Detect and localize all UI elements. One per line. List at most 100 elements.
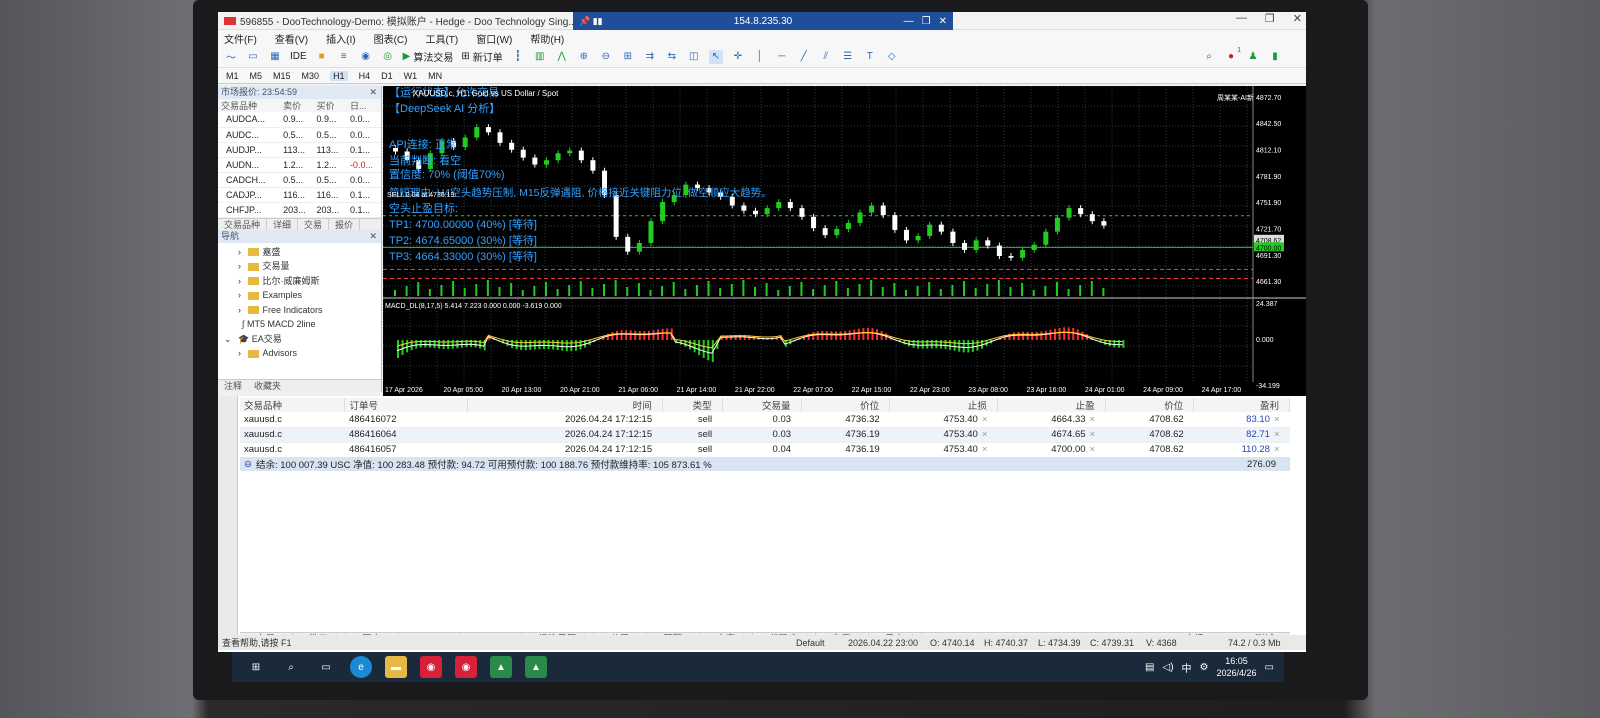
bar-chart-icon[interactable]: ┇ bbox=[511, 50, 525, 64]
candle[interactable] bbox=[474, 127, 480, 138]
zoom-out-icon[interactable]: ⊖ bbox=[599, 50, 613, 64]
candle[interactable] bbox=[903, 229, 909, 241]
expand-arrow-icon[interactable]: › bbox=[238, 305, 244, 315]
crosshair-icon[interactable]: ✛ bbox=[731, 50, 745, 64]
navigator-item[interactable]: ∫ MT5 MACD 2line bbox=[218, 317, 381, 332]
candle[interactable] bbox=[787, 202, 793, 209]
positions-column[interactable]: 价位 bbox=[801, 398, 891, 412]
candle[interactable] bbox=[822, 228, 828, 236]
vertical-line-icon[interactable]: │ bbox=[753, 50, 767, 64]
templates-icon[interactable]: ▭ bbox=[246, 50, 260, 64]
candle[interactable] bbox=[1020, 249, 1026, 258]
candle[interactable] bbox=[1101, 221, 1107, 226]
navigator-tab[interactable]: 收藏夹 bbox=[248, 380, 287, 392]
close-icon[interactable]: × bbox=[1274, 444, 1280, 455]
tile-windows-icon[interactable]: ⊞ bbox=[621, 50, 635, 64]
search-icon[interactable]: ⌕ bbox=[1202, 50, 1216, 64]
market-watch-tab[interactable]: 详细 bbox=[267, 218, 299, 230]
close-icon[interactable]: × bbox=[1090, 429, 1096, 440]
market-watch-row[interactable]: CADCH... 0.5... 0.5... 0.0... bbox=[218, 172, 381, 188]
timeframe-h4[interactable]: H4 bbox=[359, 71, 371, 81]
horizontal-line-icon[interactable]: ─ bbox=[775, 50, 789, 64]
navigator-item[interactable]: › Free Indicators bbox=[218, 303, 381, 318]
candle[interactable] bbox=[857, 212, 863, 223]
expand-arrow-icon[interactable]: › bbox=[238, 348, 244, 358]
edge-browser-icon[interactable]: e bbox=[350, 656, 372, 678]
timeframe-m1[interactable]: M1 bbox=[226, 71, 239, 81]
navigator-item[interactable]: › Advisors bbox=[218, 346, 381, 361]
candle[interactable] bbox=[509, 142, 515, 150]
shapes-icon[interactable]: ◇ bbox=[885, 50, 899, 64]
candle[interactable] bbox=[880, 205, 886, 216]
navigator-item[interactable]: › 交易量 bbox=[218, 259, 381, 274]
cursor-icon[interactable]: ↖ bbox=[708, 49, 723, 64]
expand-arrow-icon[interactable]: › bbox=[238, 290, 244, 300]
candle[interactable] bbox=[625, 236, 631, 252]
positions-column[interactable]: 止盈 bbox=[997, 398, 1106, 412]
navigator-item[interactable]: ⌄ 🎓 EA交易 bbox=[218, 332, 381, 347]
candle[interactable] bbox=[892, 215, 898, 230]
channel-icon[interactable]: ⫽ bbox=[819, 50, 833, 64]
positions-column[interactable]: 盈利 bbox=[1193, 398, 1290, 412]
positions-column[interactable]: 交易量 bbox=[722, 398, 802, 412]
candle[interactable] bbox=[497, 132, 503, 143]
market-watch-row[interactable]: AUDCA... 0.9... 0.9... 0.0... bbox=[218, 112, 381, 128]
candle[interactable] bbox=[1054, 217, 1060, 232]
profiles-icon[interactable]: ▦ bbox=[268, 50, 282, 64]
menu-item-4[interactable]: 工具(T) bbox=[425, 31, 458, 46]
close-icon[interactable]: × bbox=[982, 444, 988, 455]
timeframe-m30[interactable]: M30 bbox=[302, 71, 320, 81]
file-explorer-icon[interactable]: ▬ bbox=[385, 656, 407, 678]
candle[interactable] bbox=[834, 229, 840, 236]
sell-trade-label[interactable]: SELL 0.04 at 4736.19 bbox=[387, 192, 455, 199]
market-watch-column[interactable]: 交易品种 bbox=[218, 99, 281, 112]
candle[interactable] bbox=[555, 153, 561, 161]
signals-icon[interactable]: ◉ bbox=[359, 50, 373, 64]
positions-column[interactable]: 止损 bbox=[889, 398, 998, 412]
candle[interactable] bbox=[753, 210, 758, 215]
mt5-icon[interactable]: ▲ bbox=[490, 656, 512, 678]
timeframe-w1[interactable]: W1 bbox=[404, 71, 418, 81]
market-watch-row[interactable]: CHFJP... 203... 203... 0.1... bbox=[218, 202, 381, 218]
timeframe-d1[interactable]: D1 bbox=[381, 71, 393, 81]
chart-type-icon[interactable]: 〜 bbox=[224, 50, 238, 64]
timeframe-m5[interactable]: M5 bbox=[250, 71, 263, 81]
expand-arrow-icon[interactable]: › bbox=[238, 247, 244, 257]
vps-icon[interactable]: ◎ bbox=[381, 50, 395, 64]
market-watch-column[interactable]: 买价 bbox=[313, 99, 347, 112]
candle[interactable] bbox=[811, 216, 817, 229]
candle[interactable] bbox=[520, 149, 526, 158]
close-icon[interactable]: ✕ bbox=[369, 86, 377, 99]
navigator-tab[interactable]: 注释 bbox=[218, 380, 248, 392]
candle[interactable] bbox=[996, 245, 1002, 257]
candle[interactable] bbox=[938, 224, 944, 232]
candle[interactable] bbox=[636, 242, 642, 252]
candle[interactable] bbox=[578, 150, 584, 161]
timeframe-h1[interactable]: H1 bbox=[330, 70, 348, 81]
candle[interactable] bbox=[613, 195, 619, 237]
positions-column[interactable]: 价位 bbox=[1105, 398, 1195, 412]
close-icon[interactable]: ✕ bbox=[939, 16, 947, 27]
price-chart[interactable]: 【运行状态】允许交易 【DeepSeek AI 分析】 API连接: 正常 当前判断:… bbox=[383, 86, 1306, 396]
positions-column[interactable]: 时间 bbox=[467, 398, 663, 412]
zoom-in-icon[interactable]: ⊕ bbox=[577, 50, 591, 64]
volume-icon[interactable]: ◁) bbox=[1163, 662, 1174, 673]
ide-button[interactable]: IDE bbox=[290, 51, 307, 62]
candle[interactable] bbox=[950, 231, 956, 243]
mt5-2-icon[interactable]: ▲ bbox=[525, 656, 547, 678]
positions-column[interactable]: 交易品种 bbox=[240, 398, 346, 412]
candle[interactable] bbox=[962, 242, 968, 250]
candle[interactable] bbox=[799, 208, 805, 217]
chart-canvas[interactable]: 【运行状态】允许交易【DeepSeek AI 分析】API连接: 正常当前判断:… bbox=[383, 86, 1306, 396]
candle[interactable] bbox=[462, 137, 468, 148]
candle[interactable] bbox=[567, 150, 573, 154]
candle[interactable] bbox=[532, 157, 538, 165]
window-restore-icon[interactable]: ❐ bbox=[1265, 12, 1275, 25]
database-icon[interactable]: ≡ bbox=[337, 50, 351, 64]
restore-icon[interactable]: ❐ bbox=[922, 16, 931, 27]
lock-icon[interactable]: ■ bbox=[315, 50, 329, 64]
market-watch-row[interactable]: AUDC... 0.5... 0.5... 0.0... bbox=[218, 127, 381, 143]
new-order-button[interactable]: ⊞ 新订单 bbox=[461, 49, 502, 64]
menu-item-1[interactable]: 查看(V) bbox=[275, 31, 308, 46]
timeframe-mn[interactable]: MN bbox=[428, 71, 442, 81]
